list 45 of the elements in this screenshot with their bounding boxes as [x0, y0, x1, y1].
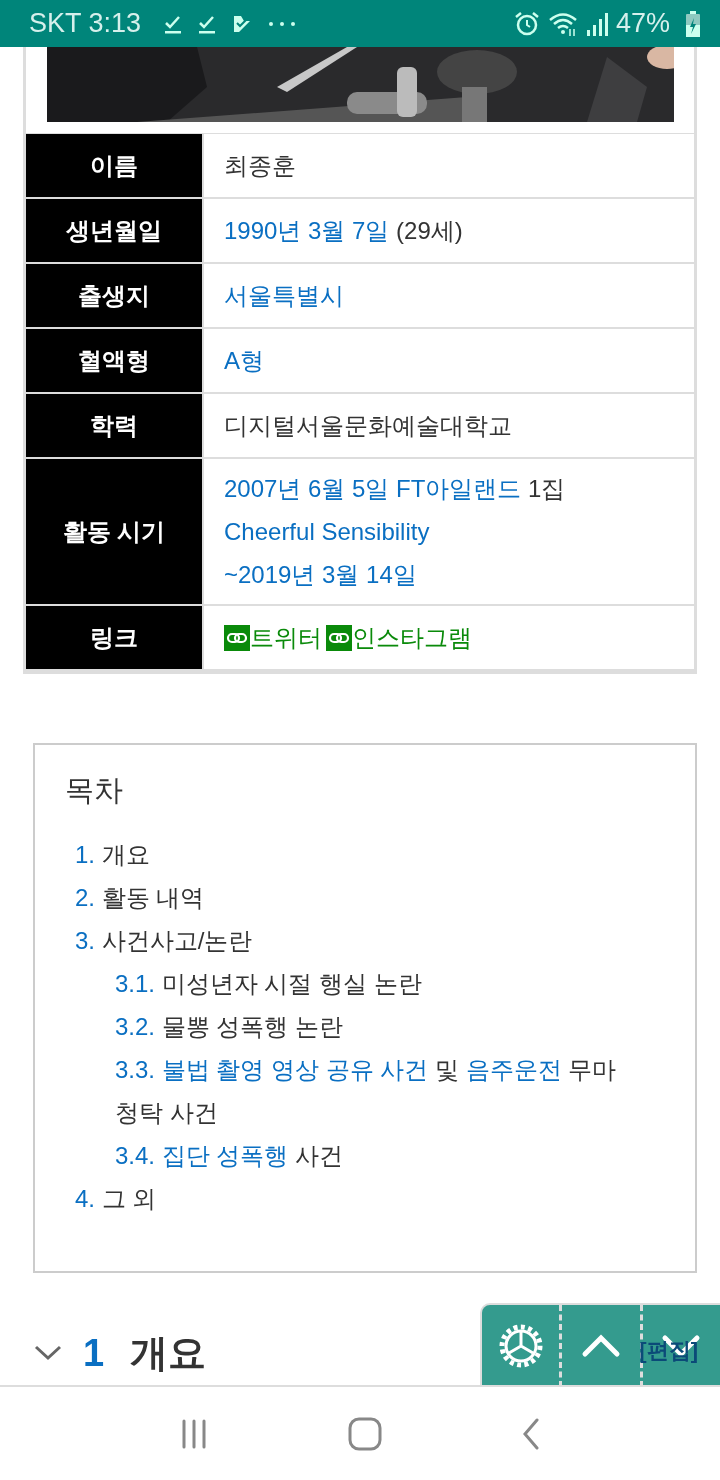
external-link[interactable]: 인스타그램 [352, 621, 472, 654]
field-label: 링크 [26, 606, 204, 669]
toc-title: 목차 [65, 773, 124, 808]
link[interactable]: 음주운전 [465, 1056, 562, 1083]
link[interactable]: 1990년 3월 7일 [224, 217, 390, 244]
toc-item[interactable]: 3.2. 물뽕 성폭행 논란 [65, 1005, 665, 1048]
link-icon [224, 624, 250, 651]
carrier-time: SKT 3:13 [29, 8, 142, 39]
field-value: 1집 [527, 475, 566, 502]
field-label: 이름 [26, 134, 204, 197]
toc-item[interactable]: 3. 사건사고/논란 [65, 919, 665, 962]
section-title: 개요 [130, 1330, 207, 1376]
battery-icon [686, 10, 700, 37]
link[interactable]: A형 [224, 347, 264, 374]
field-value: (29세) [395, 217, 463, 244]
toc-item[interactable]: 3.1. 미성년자 시절 행실 논란 [65, 962, 665, 1005]
field-label: 활동 시기 [26, 459, 204, 604]
more-icon [267, 19, 298, 28]
toc-item[interactable]: 3.4. 집단 성폭행 사건 [65, 1134, 665, 1177]
signal-icon [585, 11, 608, 36]
toc-item[interactable]: 4. 그 외 [65, 1177, 665, 1220]
link-icon [326, 624, 352, 651]
home-icon [348, 1416, 382, 1451]
field-label: 학력 [26, 394, 204, 457]
toc-item[interactable]: 2. 활동 내역 [65, 876, 665, 919]
link[interactable]: Cheerful Sensibility [224, 518, 430, 545]
toc-item[interactable]: 3.3. 불법 촬영 영상 공유 사건 및 음주운전 무마 청탁 사건 [65, 1048, 665, 1134]
toc-item[interactable]: 1. 개요 [65, 833, 665, 876]
field-label: 생년월일 [26, 199, 204, 262]
external-link[interactable]: 트위터 [250, 621, 322, 654]
link[interactable]: 불법 촬영 영상 공유 사건 [161, 1056, 429, 1083]
field-label: 출생지 [26, 264, 204, 327]
link[interactable]: 서울특별시 [224, 282, 344, 309]
field-value: 디지털서울문화예술대학교 [224, 412, 512, 439]
link[interactable]: 집단 성폭행 [161, 1142, 289, 1169]
link[interactable]: ~2019년 3월 14일 [224, 561, 417, 588]
field-label: 혈액형 [26, 329, 204, 392]
link[interactable]: 2007년 6월 5일 FT아일랜드 [224, 475, 522, 502]
chevron-up-icon [581, 1334, 621, 1358]
field-value: 최종훈 [224, 152, 296, 179]
section-number: 1 [83, 1331, 105, 1375]
battery-percent: 47% [615, 8, 670, 39]
alarm-icon [513, 10, 540, 37]
wifi-icon [547, 10, 578, 37]
back-icon [520, 1417, 541, 1450]
